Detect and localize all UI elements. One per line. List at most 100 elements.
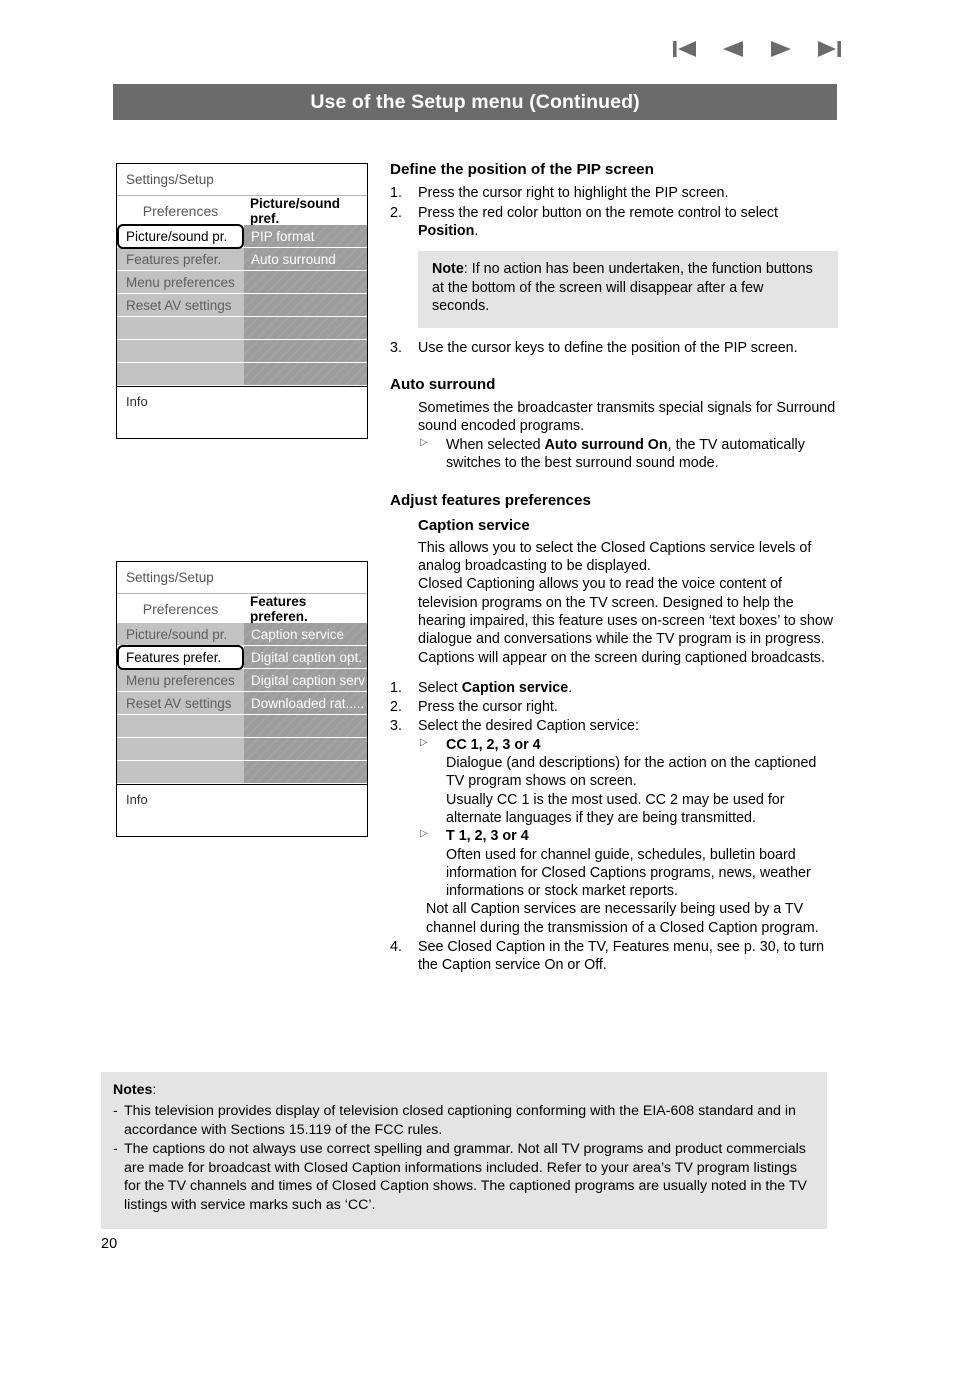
list-item: ▷ When selected Auto surround On, the TV …	[418, 436, 838, 473]
skip-to-last-icon[interactable]	[816, 38, 842, 60]
list-item: 4. See Closed Caption in the TV, Features…	[390, 938, 838, 975]
osd-left-item-selected[interactable]: Features prefer.	[117, 645, 244, 670]
previous-page-icon[interactable]	[720, 38, 746, 60]
main-content: Define the position of the PIP screen 1.…	[390, 160, 838, 976]
not-all-caption-note: Not all Caption services are necessarily…	[426, 901, 819, 936]
osd-body: Picture/sound pr. Features prefer. Menu …	[117, 623, 367, 784]
step-number: 4.	[390, 939, 402, 956]
osd-right-item[interactable]: Digital caption serv	[244, 669, 367, 692]
dash-bullet-icon: -	[113, 1141, 118, 1158]
osd-left-item-empty	[117, 363, 244, 386]
osd-left-item[interactable]: Reset AV settings	[117, 294, 244, 317]
list-item: 2. Press the red color button on the remo…	[390, 204, 838, 241]
list-item: - The captions do not always use correct …	[113, 1140, 815, 1214]
list-item: 2. Press the cursor right.	[390, 698, 838, 716]
caption-service-subheading: Caption service	[418, 516, 530, 534]
notes-label: Notes	[113, 1082, 153, 1098]
osd-right-item[interactable]: Downloaded rat.....	[244, 692, 367, 715]
step-number: 1.	[390, 185, 402, 202]
t-option-title: T 1, 2, 3 or 4	[446, 828, 529, 845]
step-text: See Closed Caption in the TV, Features m…	[418, 939, 825, 974]
notes-colon: :	[152, 1082, 157, 1098]
osd-right-item[interactable]: PIP format	[244, 225, 367, 248]
auto-surround-bullet-list: ▷ When selected Auto surround On, the TV …	[390, 436, 838, 473]
bullet-text: When selected	[446, 436, 545, 453]
osd-left-item[interactable]: Picture/sound pr.	[117, 623, 244, 646]
osd-right-column: PIP format Auto surround	[244, 225, 367, 386]
osd-info-panel: Info	[117, 386, 367, 438]
osd-left-item-empty	[117, 715, 244, 738]
step-text-bold: Position	[418, 223, 475, 240]
step-text: Press the cursor right.	[418, 699, 558, 716]
list-item: 1. Press the cursor right to highlight th…	[390, 184, 838, 202]
osd-left-item-empty	[117, 738, 244, 761]
list-item: ▷ T 1, 2, 3 or 4 Often used for channel …	[418, 827, 838, 900]
triangle-bullet-icon: ▷	[420, 828, 428, 840]
page-navigation-bar	[672, 38, 842, 60]
step-text: Use the cursor keys to define the positi…	[418, 340, 798, 357]
list-item: 1. Select Caption service.	[390, 679, 838, 697]
osd-subheader-row: Preferences Picture/sound pref.	[117, 195, 367, 226]
osd-right-item[interactable]: Digital caption opt.	[244, 646, 367, 669]
list-item: 3. Select the desired Caption service: ▷ …	[390, 717, 838, 937]
skip-to-first-icon[interactable]	[672, 38, 698, 60]
note-callout-box: Note: If no action has been undertaken, …	[418, 251, 838, 329]
step-text-bold: Caption service	[461, 679, 569, 696]
osd-right-item-empty	[244, 340, 367, 363]
step-text: Press the red color button on the remote…	[418, 204, 778, 221]
triangle-bullet-icon: ▷	[420, 736, 428, 748]
osd-left-header: Preferences	[142, 202, 219, 219]
next-page-icon[interactable]	[768, 38, 794, 60]
note-label: Note	[432, 261, 464, 278]
osd-right-item-empty	[244, 363, 367, 386]
osd-left-item[interactable]: Menu preferences	[117, 271, 244, 294]
step-number: 3.	[390, 340, 402, 357]
pip-steps-list-continued: 3. Use the cursor keys to define the posi…	[390, 339, 838, 357]
step-text: Press the cursor right to highlight the …	[418, 185, 729, 202]
bottom-notes-box: Notes: - This television provides display…	[101, 1072, 827, 1230]
osd-right-item-empty	[244, 294, 367, 317]
step-text: Select	[418, 679, 462, 696]
osd-breadcrumb: Settings/Setup	[117, 562, 367, 594]
cc-option-title: CC 1, 2, 3 or 4	[446, 736, 541, 753]
osd-menu-features-preferences: Settings/Setup Preferences Features pref…	[116, 561, 368, 837]
osd-right-header: Features preferen.	[250, 593, 308, 624]
caption-service-paragraph-2: Closed Captioning allows you to read the…	[418, 576, 834, 666]
step-number: 2.	[390, 204, 402, 221]
bullet-text-bold: Auto surround On	[544, 436, 668, 453]
osd-left-item-selected[interactable]: Picture/sound pr.	[117, 224, 244, 249]
osd-right-item[interactable]: Caption service	[244, 623, 367, 646]
list-item: 3. Use the cursor keys to define the posi…	[390, 339, 838, 357]
pip-heading: Define the position of the PIP screen	[390, 161, 654, 178]
osd-left-header: Preferences	[142, 600, 219, 617]
step-text-tail: .	[568, 679, 573, 696]
osd-breadcrumb: Settings/Setup	[117, 164, 367, 196]
osd-left-item[interactable]: Menu preferences	[117, 669, 244, 692]
osd-right-item-empty	[244, 715, 367, 738]
list-item: - This television provides display of tel…	[113, 1102, 815, 1139]
osd-left-item-empty	[117, 761, 244, 784]
osd-right-column: Caption service Digital caption opt. Dig…	[244, 623, 367, 784]
osd-right-item-empty	[244, 738, 367, 761]
osd-subheader-row: Preferences Features preferen.	[117, 593, 367, 624]
page-title: Use of the Setup menu (Continued)	[310, 90, 640, 113]
cc-option-body-1: Dialogue (and descriptions) for the acti…	[446, 755, 817, 790]
osd-right-item-empty	[244, 761, 367, 784]
note-item-text: This television provides display of tele…	[124, 1103, 796, 1138]
note-text: : If no action has been undertaken, the …	[432, 261, 813, 314]
osd-left-item-empty	[117, 340, 244, 363]
pip-steps-list: 1. Press the cursor right to highlight th…	[390, 184, 838, 240]
osd-right-header: Picture/sound pref.	[250, 195, 341, 226]
caption-steps-list: 1. Select Caption service. 2. Press the cu…	[390, 679, 838, 975]
step-number: 1.	[390, 679, 402, 696]
osd-left-item[interactable]: Features prefer.	[117, 248, 244, 271]
osd-left-item[interactable]: Reset AV settings	[117, 692, 244, 715]
osd-right-item-empty	[244, 271, 367, 294]
page-title-bar: Use of the Setup menu (Continued)	[113, 84, 837, 120]
auto-surround-heading: Auto surround	[390, 375, 496, 393]
caption-service-options-list: ▷ CC 1, 2, 3 or 4 Dialogue (and descript…	[418, 736, 838, 901]
step-text-tail: .	[474, 223, 479, 240]
triangle-bullet-icon: ▷	[420, 436, 428, 448]
osd-left-column: Picture/sound pr. Features prefer. Menu …	[117, 224, 244, 386]
osd-right-item[interactable]: Auto surround	[244, 248, 367, 271]
